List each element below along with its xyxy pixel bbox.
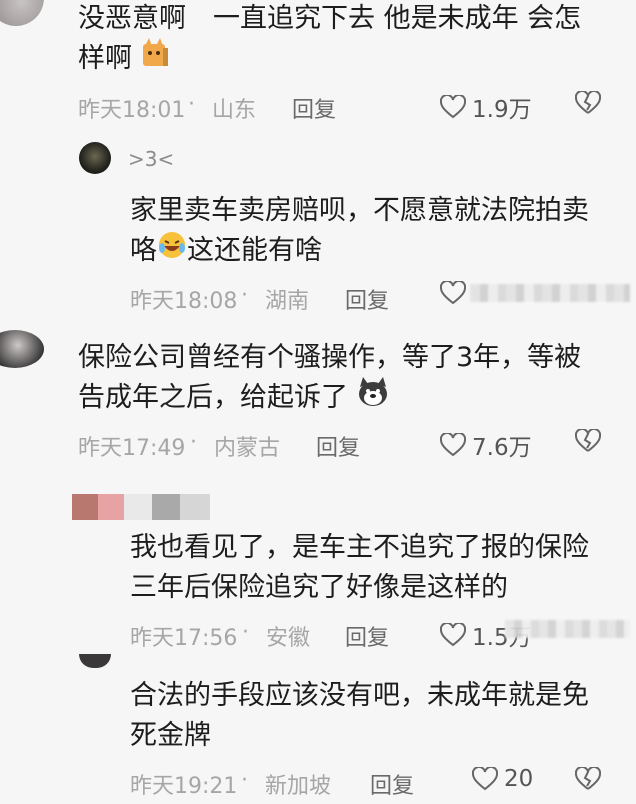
comment-text-line-1: 家里卖车卖房赔呗，不愿意就法院拍卖 bbox=[130, 195, 589, 226]
like-button[interactable] bbox=[440, 281, 466, 305]
comment-location: 山东 bbox=[212, 98, 257, 123]
mosaic-overlay bbox=[505, 620, 630, 638]
reply-button[interactable]: 回复 bbox=[345, 283, 389, 315]
comment-text-line-1: 没恶意啊 一直追究下去 他是未成年 会怎 bbox=[78, 3, 582, 34]
broken-heart-icon bbox=[575, 767, 601, 791]
comment-location: 内蒙古 bbox=[214, 436, 281, 461]
dislike-button[interactable] bbox=[575, 767, 601, 791]
comment-location: 新加坡 bbox=[265, 774, 332, 799]
avatar[interactable] bbox=[0, 0, 44, 26]
meta-separator: · bbox=[242, 620, 249, 645]
heart-icon bbox=[440, 433, 466, 457]
meta-separator: · bbox=[188, 92, 195, 117]
meta-separator: · bbox=[190, 430, 197, 455]
meta-separator: · bbox=[241, 768, 248, 793]
avatar[interactable] bbox=[79, 142, 111, 174]
like-count: 7.6万 bbox=[472, 435, 532, 461]
comment-text-line-2: 三年后保险追究了好像是这样的 bbox=[130, 572, 508, 603]
comment-time: 昨天18:08 bbox=[130, 289, 238, 314]
reply-button[interactable]: 回复 bbox=[292, 92, 336, 124]
dislike-button[interactable] bbox=[575, 91, 601, 115]
like-button[interactable]: 7.6万 bbox=[440, 428, 532, 462]
broken-heart-icon bbox=[575, 429, 601, 453]
heart-icon bbox=[440, 623, 466, 647]
reply-button[interactable]: 回复 bbox=[370, 768, 414, 800]
censored-username bbox=[180, 494, 210, 520]
comment-text-line-1: 保险公司曾经有个骚操作，等了3年，等被 bbox=[78, 342, 582, 373]
heart-icon bbox=[440, 281, 466, 305]
reply-button[interactable]: 回复 bbox=[316, 430, 360, 462]
comment-location: 湖南 bbox=[265, 289, 310, 314]
reply-button[interactable]: 回复 bbox=[345, 620, 389, 652]
husky-dog-icon bbox=[357, 377, 389, 420]
comment-text-line-2: 告成年之后，给起诉了 bbox=[78, 377, 389, 420]
comment-text: 这还能有啥 bbox=[187, 235, 322, 266]
comment-text: 样啊 bbox=[78, 43, 132, 74]
heart-icon bbox=[472, 767, 498, 791]
dislike-button[interactable] bbox=[575, 429, 601, 453]
censored-avatar bbox=[98, 494, 124, 520]
comment-time: 昨天19:21 bbox=[130, 774, 238, 799]
comment-text-line-2: 死金牌 bbox=[130, 720, 211, 751]
comment-time: 昨天17:56 bbox=[130, 626, 238, 651]
comment-text-line-2: 样啊 bbox=[78, 38, 169, 81]
comment-text: 咯 bbox=[130, 235, 157, 266]
avatar[interactable] bbox=[0, 330, 44, 368]
comment-time: 昨天18:01 bbox=[78, 98, 186, 123]
censored-avatar bbox=[72, 494, 98, 520]
mosaic-overlay bbox=[470, 284, 630, 302]
like-count: 1.9万 bbox=[472, 97, 532, 123]
avatar[interactable] bbox=[79, 654, 111, 668]
comment-text-line-1: 合法的手段应该没有吧，未成年就是免 bbox=[130, 680, 589, 711]
comment-text-line-1: 我也看见了，是车主不追究了报的保险 bbox=[130, 532, 589, 563]
censored-username bbox=[152, 494, 180, 520]
like-button[interactable]: 1.9万 bbox=[440, 90, 532, 124]
censored-username bbox=[124, 494, 152, 520]
comment-text-line-2: 咯这还能有啥 bbox=[130, 230, 322, 273]
broken-heart-icon bbox=[575, 91, 601, 115]
heart-icon bbox=[440, 95, 466, 119]
comment-location: 安徽 bbox=[266, 626, 311, 651]
like-count: 20 bbox=[504, 766, 534, 792]
laughing-crying-icon bbox=[157, 230, 187, 273]
cat-sticker-icon bbox=[141, 38, 169, 81]
like-button[interactable]: 20 bbox=[472, 766, 533, 792]
comment-text: 告成年之后，给起诉了 bbox=[78, 382, 348, 413]
comment-time: 昨天17:49 bbox=[78, 436, 186, 461]
username[interactable]: >3< bbox=[128, 147, 174, 171]
meta-separator: · bbox=[241, 283, 248, 308]
